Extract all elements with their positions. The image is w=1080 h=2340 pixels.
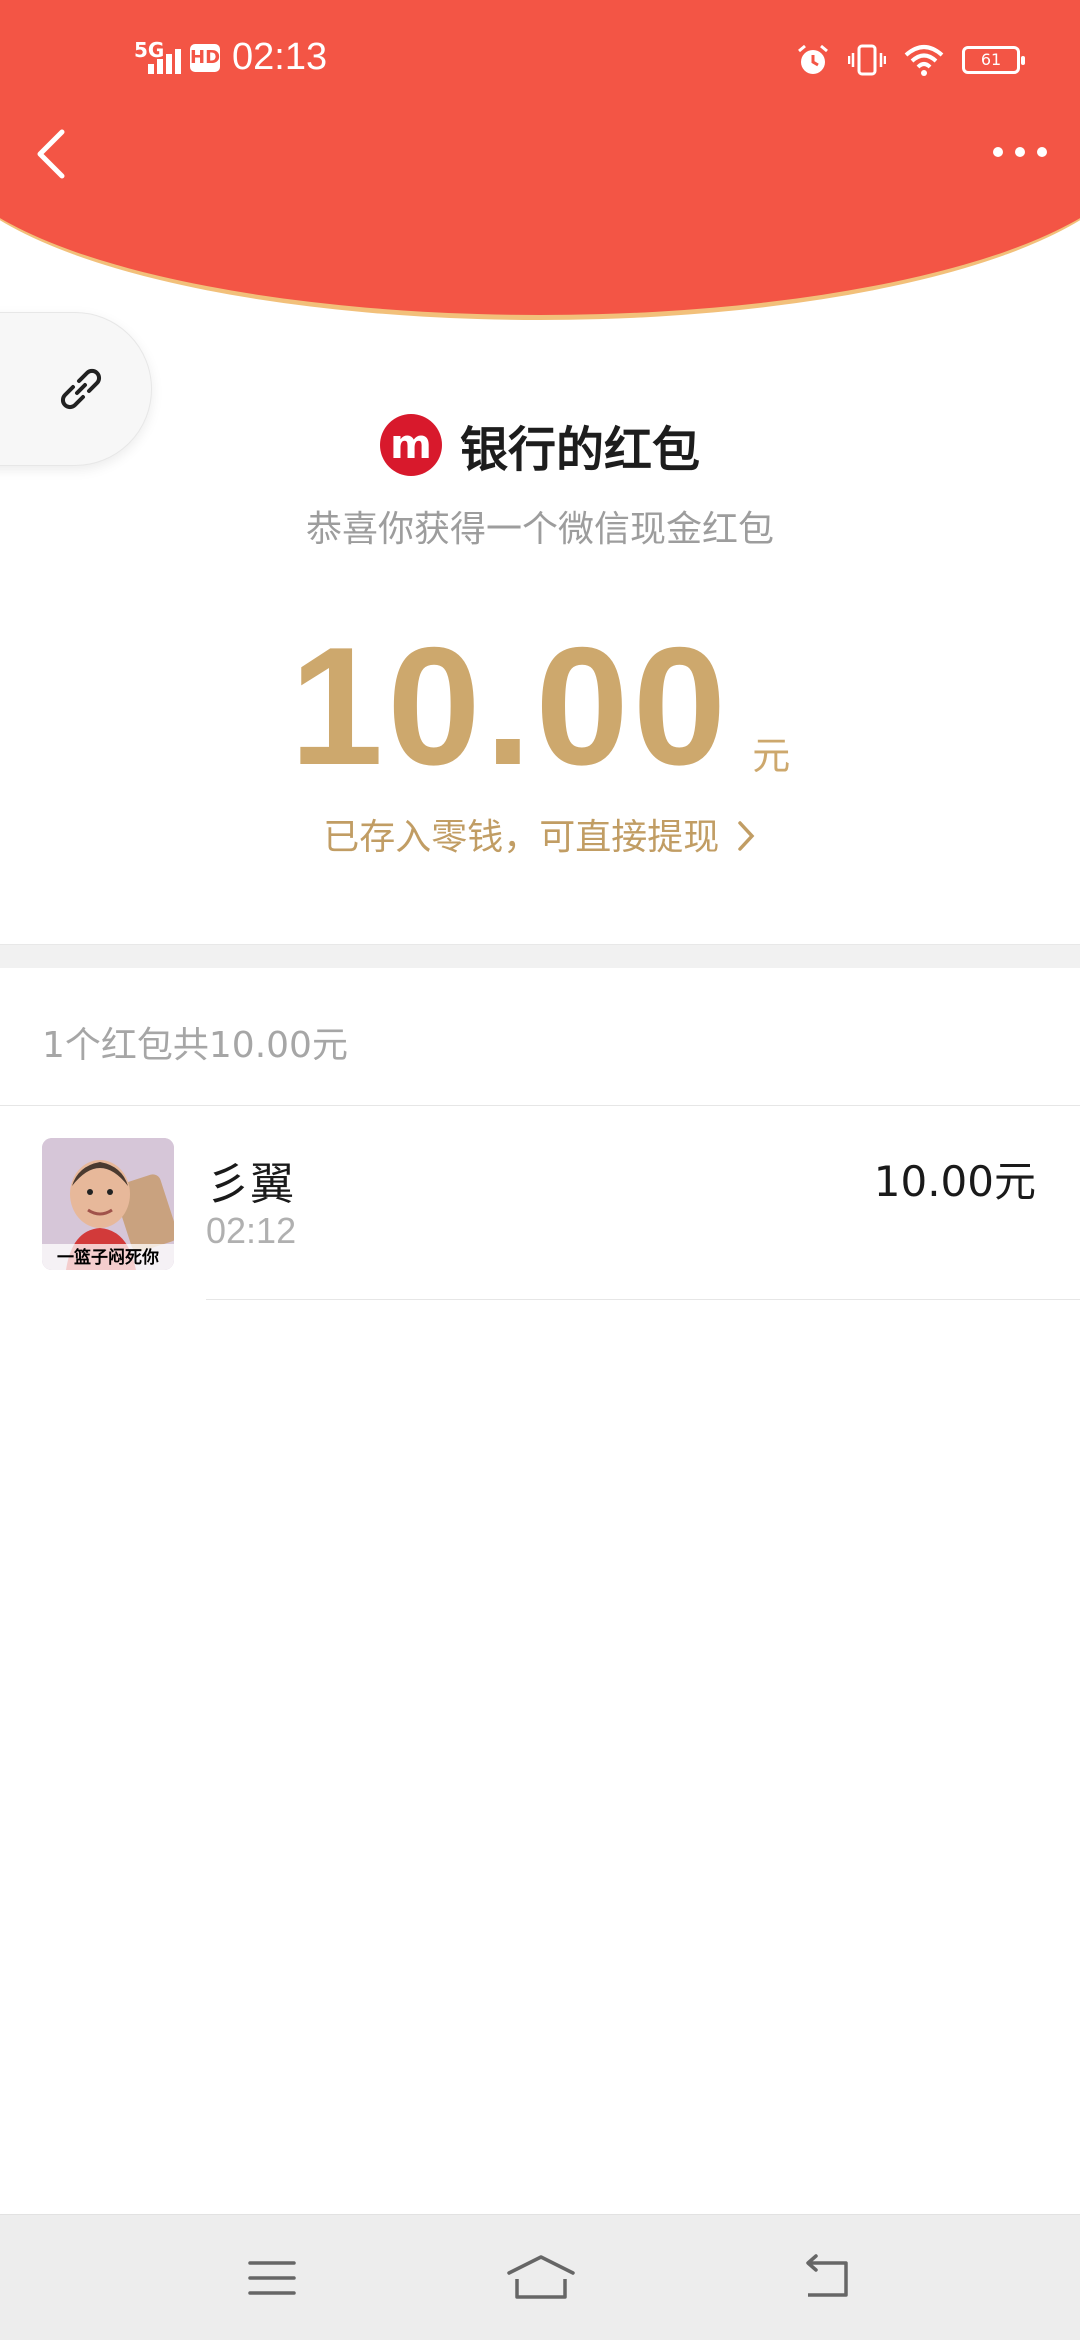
packet-subtitle: 恭喜你获得一个微信现金红包 [305, 509, 774, 550]
saved-link-text: 已存入零钱，可直接提现 [323, 817, 720, 858]
hd-badge: HD [190, 44, 220, 72]
packet-summary: 1个红包共10.00元 [42, 1025, 348, 1066]
amount-row: 10.00 元 [0, 620, 1080, 790]
section-divider [0, 944, 1080, 968]
signal-icon [148, 49, 181, 74]
saved-to-wallet-link[interactable]: 已存入零钱，可直接提现 [0, 808, 1080, 860]
battery-indicator: 61 [962, 46, 1025, 74]
record-amount: 10.00元 [873, 1157, 1036, 1206]
amount-unit: 元 [752, 734, 791, 778]
avatar[interactable]: 一篮子闷死你 [42, 1138, 174, 1270]
red-packet-detail-page: 5G HD 02:13 61 m 银行的红包 恭喜你获得一个微信现金红包 10.… [0, 0, 1080, 2340]
alarm-icon [798, 44, 828, 74]
menu-icon[interactable] [242, 2253, 302, 2303]
status-time: 02:13 [232, 36, 328, 78]
packet-amount: 10.00 [289, 612, 731, 800]
more-options-icon[interactable] [990, 140, 1050, 164]
status-icons: 61 [796, 40, 1025, 80]
chevron-right-icon [737, 821, 755, 851]
bank-logo: m [379, 414, 442, 476]
received-time: 02:12 [206, 1210, 297, 1251]
wifi-icon [904, 45, 944, 76]
return-icon[interactable] [796, 2253, 856, 2303]
link-icon [60, 368, 102, 410]
vibrate-icon [848, 44, 886, 76]
sender-name: 彡翼 [206, 1159, 294, 1210]
list-item[interactable]: 一篮子闷死你 彡翼 02:12 10.00元 [0, 1106, 1080, 1300]
back-chevron-icon[interactable] [28, 124, 78, 184]
status-bar: 5G HD 02:13 61 [0, 0, 1080, 120]
home-icon[interactable] [505, 2253, 577, 2303]
avatar-caption: 一篮子闷死你 [57, 1248, 159, 1268]
system-navigation-bar [0, 2214, 1080, 2340]
packet-sender-title: m 银行的红包 [0, 410, 1080, 480]
packet-title: 银行的红包 [459, 422, 700, 478]
divider-line [206, 1299, 1080, 1300]
